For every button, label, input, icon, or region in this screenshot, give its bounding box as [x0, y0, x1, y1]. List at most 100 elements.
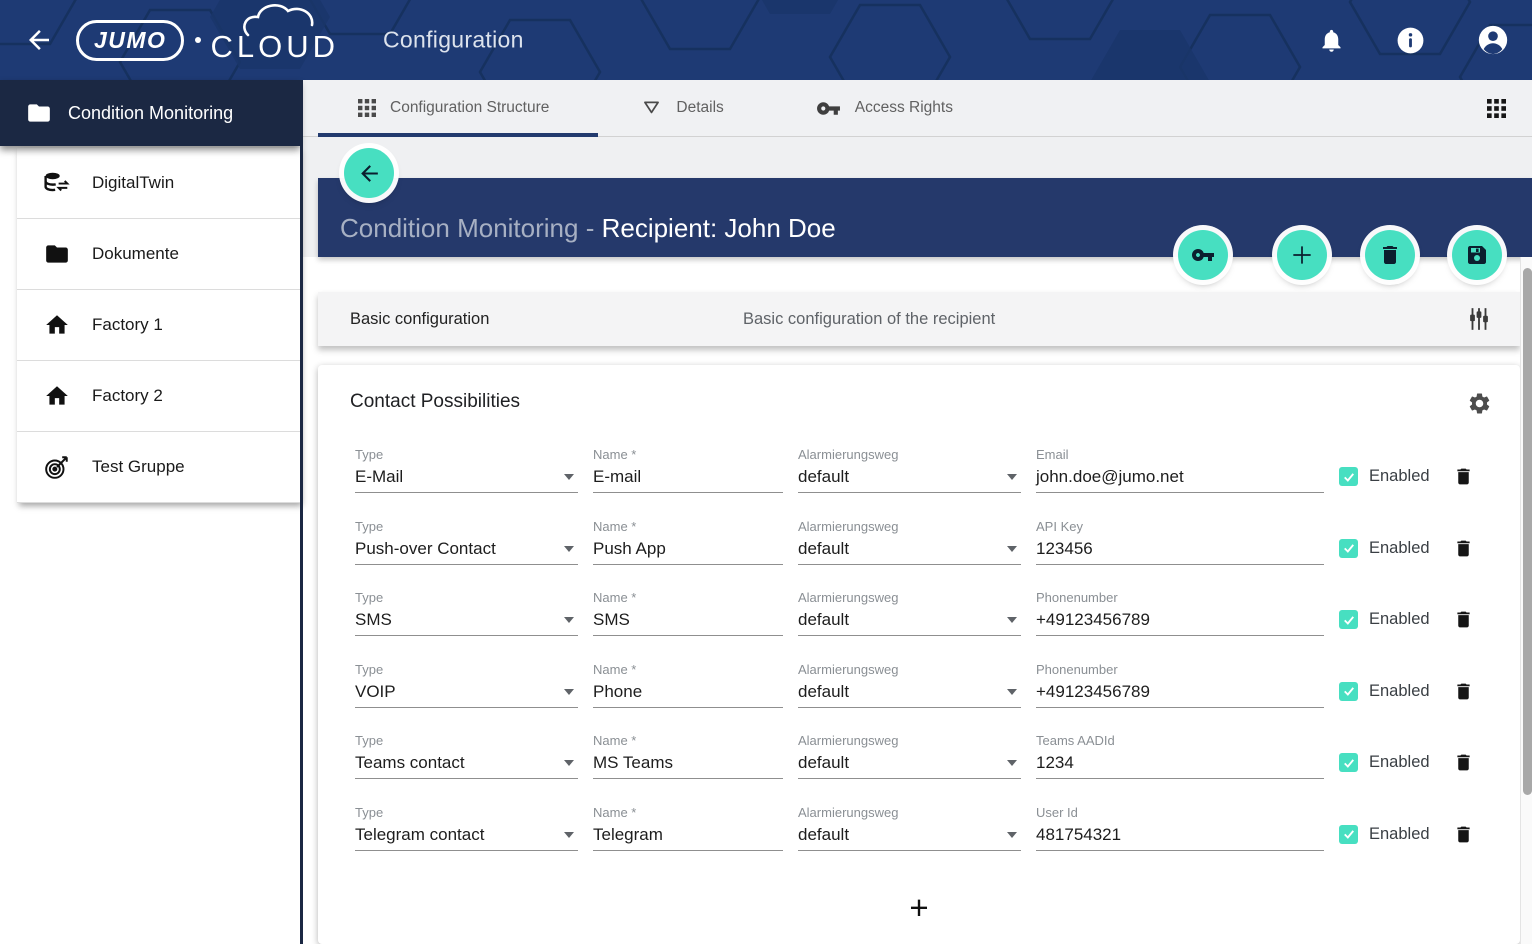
- type-select[interactable]: E-Mail: [355, 464, 578, 493]
- trash-icon: [1378, 243, 1402, 267]
- chevron-down-icon: [1007, 832, 1017, 838]
- name-input[interactable]: MS Teams: [593, 750, 783, 779]
- contact-detail-label: Email: [1036, 446, 1324, 464]
- name-input[interactable]: Phone: [593, 679, 783, 708]
- contact-row: Type Telegram contact Name * Telegram: [355, 804, 1520, 851]
- name-input[interactable]: E-mail: [593, 464, 783, 493]
- alarm-route-select[interactable]: default: [798, 679, 1021, 708]
- contact-detail-input[interactable]: +49123456789: [1036, 679, 1324, 708]
- type-field: Type Telegram contact: [355, 804, 578, 851]
- filter-icon: [641, 98, 662, 119]
- alarm-route-select[interactable]: default: [798, 464, 1021, 493]
- contact-detail-label: API Key: [1036, 518, 1324, 536]
- contact-detail-input[interactable]: 1234: [1036, 750, 1324, 779]
- name-field: Name * SMS: [593, 589, 783, 636]
- sidebar-header-condition-monitoring[interactable]: Condition Monitoring: [0, 80, 300, 146]
- enabled-checkbox[interactable]: [1339, 682, 1358, 701]
- alarm-route-label: Alarmierungsweg: [798, 661, 1021, 679]
- sidebar-item-label: DigitalTwin: [92, 173, 174, 193]
- alarm-route-label: Alarmierungsweg: [798, 446, 1021, 464]
- type-select[interactable]: Push-over Contact: [355, 536, 578, 565]
- delete-row-button[interactable]: [1453, 608, 1474, 631]
- name-input[interactable]: Push App: [593, 536, 783, 565]
- delete-row-button[interactable]: [1453, 823, 1474, 846]
- sidebar-item-label: Factory 2: [92, 386, 163, 406]
- sidebar-divider: [300, 80, 303, 944]
- delete-row-button[interactable]: [1453, 465, 1474, 488]
- enabled-checkbox[interactable]: [1339, 753, 1358, 772]
- enabled-checkbox[interactable]: [1339, 539, 1358, 558]
- back-button[interactable]: [344, 148, 394, 198]
- name-field: Name * Telegram: [593, 804, 783, 851]
- delete-button[interactable]: [1365, 230, 1415, 280]
- name-input[interactable]: SMS: [593, 607, 783, 636]
- access-key-button[interactable]: [1178, 230, 1228, 280]
- alarm-route-select[interactable]: default: [798, 536, 1021, 565]
- chevron-down-icon: [564, 832, 574, 838]
- trash-icon: [1453, 751, 1474, 774]
- contact-detail-input[interactable]: +49123456789: [1036, 607, 1324, 636]
- sidebar-item[interactable]: DigitalTwin: [17, 148, 300, 219]
- type-select[interactable]: VOIP: [355, 679, 578, 708]
- tab-label: Details: [676, 99, 723, 117]
- grid-icon[interactable]: [1487, 99, 1506, 118]
- type-select[interactable]: Telegram contact: [355, 822, 578, 851]
- sliders-icon[interactable]: [1466, 306, 1492, 332]
- chevron-down-icon: [564, 617, 574, 623]
- trash-icon: [1453, 823, 1474, 846]
- type-select[interactable]: SMS: [355, 607, 578, 636]
- contact-detail-input[interactable]: 123456: [1036, 536, 1324, 565]
- name-label: Name *: [593, 589, 783, 607]
- sidebar-item-label: Test Gruppe: [92, 457, 185, 477]
- tab-details[interactable]: Details: [641, 98, 723, 119]
- sidebar-item[interactable]: Test Gruppe: [17, 432, 300, 503]
- contact-possibilities-title: Contact Possibilities: [350, 391, 520, 413]
- alarm-route-select[interactable]: default: [798, 607, 1021, 636]
- sidebar-item[interactable]: Factory 1: [17, 290, 300, 361]
- tab-configuration-structure[interactable]: Configuration Structure: [358, 99, 549, 117]
- band-left-margin: [303, 178, 318, 257]
- key-icon: [816, 96, 841, 121]
- alarm-route-label: Alarmierungsweg: [798, 732, 1021, 750]
- contact-rows: Type E-Mail Name * E-mail Alarmierung: [355, 446, 1520, 875]
- tab-access-rights[interactable]: Access Rights: [816, 96, 953, 121]
- trash-icon: [1453, 537, 1474, 560]
- name-input[interactable]: Telegram: [593, 822, 783, 851]
- tab-label: Access Rights: [855, 99, 953, 117]
- add-button[interactable]: [1277, 230, 1327, 280]
- enabled-checkbox[interactable]: [1339, 610, 1358, 629]
- delete-row-button[interactable]: [1453, 751, 1474, 774]
- contact-detail-field: Phonenumber +49123456789: [1036, 589, 1324, 636]
- add-contact-button[interactable]: +: [318, 891, 1520, 924]
- contact-detail-input[interactable]: 481754321: [1036, 822, 1324, 851]
- enabled-checkbox[interactable]: [1339, 825, 1358, 844]
- info-icon[interactable]: [1395, 25, 1426, 56]
- sidebar-item[interactable]: Factory 2: [17, 361, 300, 432]
- enabled-label: Enabled: [1369, 682, 1430, 701]
- alarm-route-field: Alarmierungsweg default: [798, 589, 1021, 636]
- back-arrow-icon[interactable]: [24, 25, 54, 55]
- bell-icon[interactable]: [1318, 27, 1345, 54]
- row-controls: Enabled: [1339, 518, 1520, 565]
- chevron-down-icon: [1007, 546, 1017, 552]
- tabbar-gap: [303, 137, 1532, 178]
- gear-icon[interactable]: [1467, 391, 1492, 416]
- scrollbar-track[interactable]: [1520, 257, 1532, 944]
- chevron-down-icon: [1007, 689, 1017, 695]
- sidebar-item-label: Factory 1: [92, 315, 163, 335]
- save-button[interactable]: [1452, 230, 1502, 280]
- enabled-checkbox[interactable]: [1339, 467, 1358, 486]
- sidebar-item[interactable]: Dokumente: [17, 219, 300, 290]
- type-select[interactable]: Teams contact: [355, 750, 578, 779]
- delete-row-button[interactable]: [1453, 537, 1474, 560]
- contact-detail-input[interactable]: john.doe@jumo.net: [1036, 464, 1324, 493]
- contact-row: Type E-Mail Name * E-mail Alarmierung: [355, 446, 1520, 493]
- home-icon: [44, 383, 70, 409]
- scrollbar-thumb[interactable]: [1523, 268, 1532, 795]
- account-icon[interactable]: [1476, 23, 1510, 57]
- recipient-title-prefix: Condition Monitoring -: [340, 213, 602, 243]
- row-controls: Enabled: [1339, 661, 1520, 708]
- alarm-route-select[interactable]: default: [798, 750, 1021, 779]
- delete-row-button[interactable]: [1453, 680, 1474, 703]
- alarm-route-select[interactable]: default: [798, 822, 1021, 851]
